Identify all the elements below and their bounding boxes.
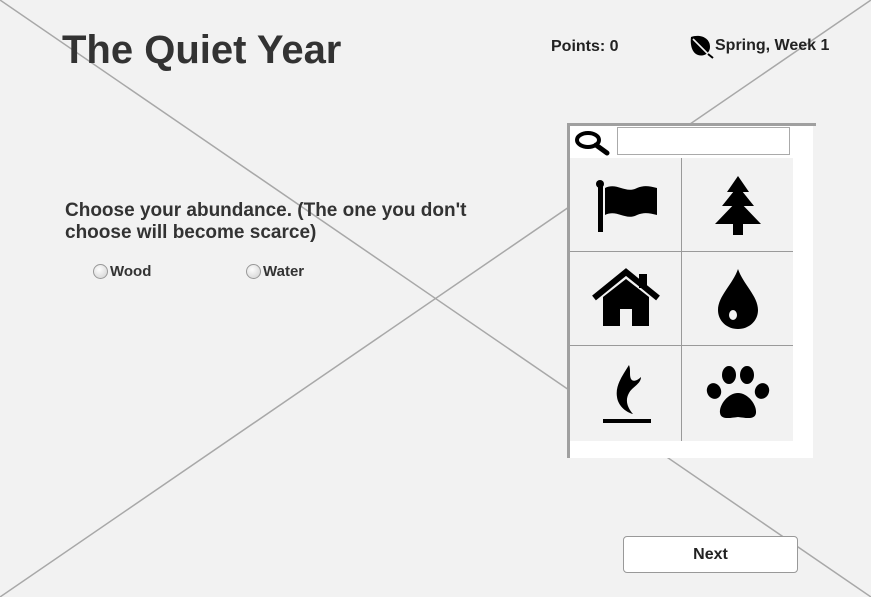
icon-cell-paw[interactable] xyxy=(681,346,793,441)
icon-picker-panel xyxy=(567,123,816,458)
icon-cell-tree[interactable] xyxy=(681,158,793,252)
water-radio[interactable] xyxy=(246,264,261,279)
icon-cell-fire[interactable] xyxy=(570,346,681,441)
flag-icon xyxy=(595,179,657,232)
icon-cell-flag[interactable] xyxy=(570,158,681,252)
next-button[interactable]: Next xyxy=(623,536,798,573)
icon-cell-house[interactable] xyxy=(570,252,681,346)
season-label: Spring, Week 1 xyxy=(715,37,830,54)
points-counter: Points: 0 xyxy=(551,38,619,55)
icon-cell-water[interactable] xyxy=(681,252,793,346)
wood-radio[interactable] xyxy=(93,264,108,279)
icon-grid xyxy=(570,158,793,441)
option-wood[interactable]: Wood xyxy=(93,263,151,280)
option-water-label: Water xyxy=(263,263,305,280)
option-water[interactable]: Water xyxy=(246,263,304,280)
leaf-icon xyxy=(690,35,714,59)
option-wood-label: Wood xyxy=(110,263,152,280)
tree-icon xyxy=(714,175,761,235)
fire-icon xyxy=(602,364,651,423)
water-drop-icon xyxy=(717,268,758,329)
season-indicator: Spring, Week 1 xyxy=(688,33,829,59)
search-icon[interactable] xyxy=(573,129,613,157)
paw-icon xyxy=(706,365,769,418)
page-title: The Quiet Year xyxy=(62,28,342,72)
abundance-question: Choose your abundance. (The one you don'… xyxy=(65,200,467,243)
panel-border-top xyxy=(567,123,816,126)
icon-search-input[interactable] xyxy=(617,127,790,155)
house-icon xyxy=(591,267,660,326)
